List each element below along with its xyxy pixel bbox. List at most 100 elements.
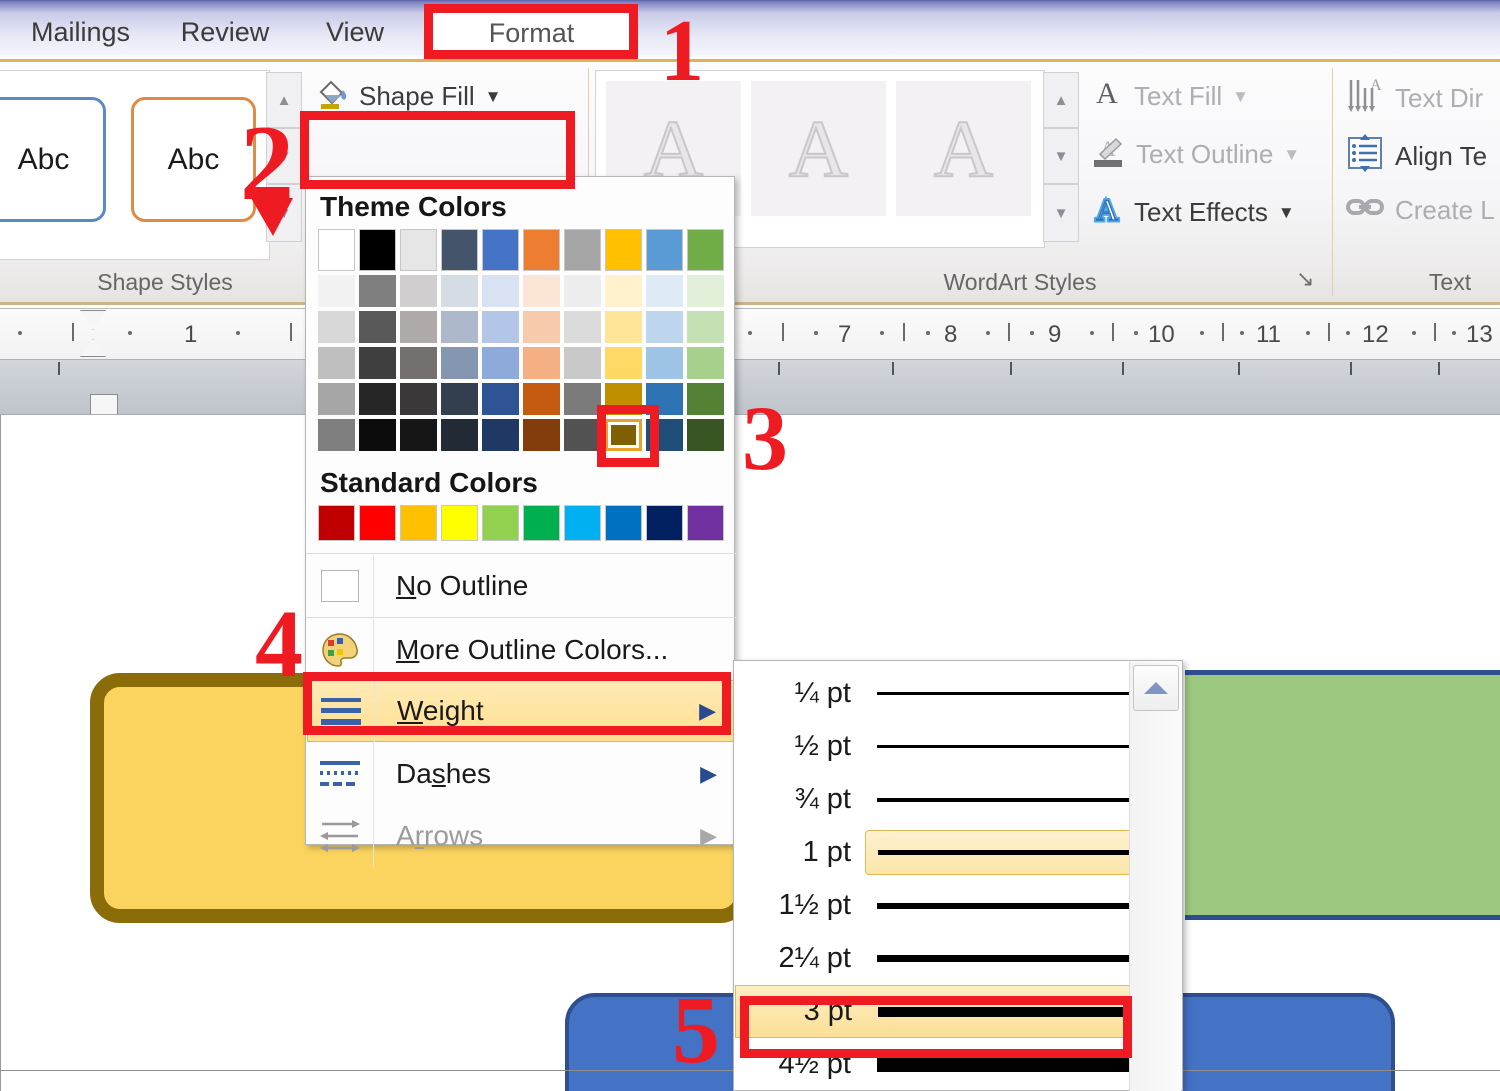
theme-color-swatch[interactable] <box>687 383 724 415</box>
theme-color-swatch[interactable] <box>564 229 601 271</box>
theme-color-swatch[interactable] <box>564 419 601 451</box>
tab-review[interactable]: Review <box>160 8 290 58</box>
standard-color-swatch[interactable] <box>482 505 519 541</box>
theme-color-swatch[interactable] <box>564 311 601 343</box>
theme-color-swatch[interactable] <box>318 419 355 451</box>
theme-color-swatch[interactable] <box>482 347 519 379</box>
wordart-thumb-2[interactable]: A <box>751 81 886 216</box>
theme-color-swatch[interactable] <box>646 311 683 343</box>
weight-submenu-scrollbar[interactable] <box>1129 662 1181 1091</box>
theme-color-swatch[interactable] <box>523 275 560 307</box>
weight-option-1-pt[interactable]: 1 pt <box>735 826 1145 879</box>
hanging-indent-marker[interactable] <box>80 339 106 357</box>
shape-style-thumb-blue[interactable]: Abc <box>0 97 106 222</box>
menu-item-arrows[interactable]: Arrows ▶ <box>307 805 735 867</box>
theme-color-swatch[interactable] <box>400 229 437 271</box>
tab-mailings[interactable]: Mailings <box>8 8 153 58</box>
theme-color-swatch[interactable] <box>687 347 724 379</box>
wordart-thumb-3[interactable]: A <box>896 81 1031 216</box>
theme-color-swatch[interactable] <box>441 311 478 343</box>
theme-color-swatch[interactable] <box>359 419 396 451</box>
text-outline-button[interactable]: A Text Outline ▼ <box>1090 134 1300 175</box>
tab-view[interactable]: View <box>300 8 410 58</box>
wordart-scroll-up[interactable]: ▲ <box>1043 72 1079 128</box>
standard-color-swatch[interactable] <box>646 505 683 541</box>
menu-item-dashes[interactable]: Dashes ▶ <box>307 743 735 805</box>
theme-color-swatch[interactable] <box>482 311 519 343</box>
theme-color-swatch[interactable] <box>400 275 437 307</box>
standard-color-swatch[interactable] <box>441 505 478 541</box>
wordart-dialog-launcher[interactable]: ↘ <box>1296 266 1314 292</box>
standard-colors-row[interactable] <box>318 505 724 541</box>
chevron-down-icon[interactable]: ▼ <box>1232 87 1249 107</box>
theme-color-swatch[interactable] <box>605 275 642 307</box>
weight-option--pt[interactable]: ½ pt <box>735 720 1145 773</box>
theme-color-swatch[interactable] <box>687 311 724 343</box>
theme-color-swatch[interactable] <box>400 311 437 343</box>
standard-color-swatch[interactable] <box>687 505 724 541</box>
first-line-indent-marker[interactable] <box>80 310 106 330</box>
weight-option-1-pt[interactable]: 1½ pt <box>735 879 1145 932</box>
theme-color-swatch[interactable] <box>564 383 601 415</box>
theme-color-swatch[interactable] <box>605 229 642 271</box>
create-link-button[interactable]: Create L <box>1345 192 1495 229</box>
weight-option--pt[interactable]: ¼ pt <box>735 667 1145 720</box>
theme-color-swatch[interactable] <box>318 311 355 343</box>
theme-color-swatch[interactable] <box>646 347 683 379</box>
theme-color-swatch[interactable] <box>646 229 683 271</box>
text-direction-button[interactable]: A Text Dir <box>1345 76 1483 121</box>
left-indent-marker[interactable] <box>90 394 118 414</box>
scroll-up-arrow-icon[interactable] <box>1133 665 1179 711</box>
theme-color-swatch[interactable] <box>400 347 437 379</box>
theme-color-swatch[interactable] <box>359 275 396 307</box>
shape-style-thumb-orange[interactable]: Abc <box>131 97 256 222</box>
theme-color-swatch[interactable] <box>359 229 396 271</box>
chevron-down-icon[interactable]: ▼ <box>1283 145 1300 165</box>
theme-color-swatch[interactable] <box>359 347 396 379</box>
standard-color-swatch[interactable] <box>400 505 437 541</box>
wordart-scroll-down[interactable]: ▼ <box>1043 128 1079 184</box>
horizontal-ruler[interactable]: 1 2 7 8 9 10 11 12 13 <box>0 308 1500 360</box>
standard-color-swatch[interactable] <box>359 505 396 541</box>
theme-color-swatch[interactable] <box>646 275 683 307</box>
theme-color-swatch[interactable] <box>482 419 519 451</box>
theme-color-swatch[interactable] <box>605 347 642 379</box>
theme-color-swatch[interactable] <box>523 347 560 379</box>
theme-color-swatch[interactable] <box>523 383 560 415</box>
theme-color-swatch[interactable] <box>564 275 601 307</box>
theme-color-swatch[interactable] <box>523 311 560 343</box>
chevron-down-icon[interactable]: ▼ <box>1278 203 1295 223</box>
standard-color-swatch[interactable] <box>523 505 560 541</box>
weight-option--pt[interactable]: ¾ pt <box>735 773 1145 826</box>
theme-color-swatch[interactable] <box>605 311 642 343</box>
theme-color-swatch[interactable] <box>318 275 355 307</box>
weight-option-2-pt[interactable]: 2¼ pt <box>735 932 1145 985</box>
theme-color-swatch[interactable] <box>482 275 519 307</box>
text-fill-button[interactable]: A Text Fill ▼ <box>1090 76 1249 117</box>
theme-color-swatch[interactable] <box>523 419 560 451</box>
theme-color-swatch[interactable] <box>359 383 396 415</box>
theme-color-swatch[interactable] <box>523 229 560 271</box>
shape-outline-dropdown-menu[interactable]: Theme Colors Standard Colors No Outline … <box>305 176 736 867</box>
standard-color-swatch[interactable] <box>605 505 642 541</box>
theme-color-swatch[interactable] <box>318 229 355 271</box>
theme-colors-grid[interactable] <box>318 229 724 451</box>
green-rectangle-shape[interactable] <box>1185 670 1500 920</box>
theme-color-swatch[interactable] <box>359 311 396 343</box>
theme-color-swatch[interactable] <box>400 383 437 415</box>
align-text-button[interactable]: Align Te <box>1345 134 1487 179</box>
theme-color-swatch[interactable] <box>318 347 355 379</box>
theme-color-swatch[interactable] <box>441 383 478 415</box>
theme-color-swatch[interactable] <box>687 275 724 307</box>
theme-color-swatch[interactable] <box>318 383 355 415</box>
standard-color-swatch[interactable] <box>318 505 355 541</box>
theme-color-swatch[interactable] <box>564 347 601 379</box>
theme-color-swatch[interactable] <box>687 229 724 271</box>
theme-color-swatch[interactable] <box>400 419 437 451</box>
theme-color-swatch[interactable] <box>482 229 519 271</box>
shape-styles-gallery[interactable]: Abc Abc <box>0 70 270 260</box>
menu-item-no-outline[interactable]: No Outline <box>307 555 735 617</box>
theme-color-swatch[interactable] <box>441 275 478 307</box>
text-effects-button[interactable]: A A Text Effects ▼ <box>1090 192 1295 233</box>
standard-color-swatch[interactable] <box>564 505 601 541</box>
